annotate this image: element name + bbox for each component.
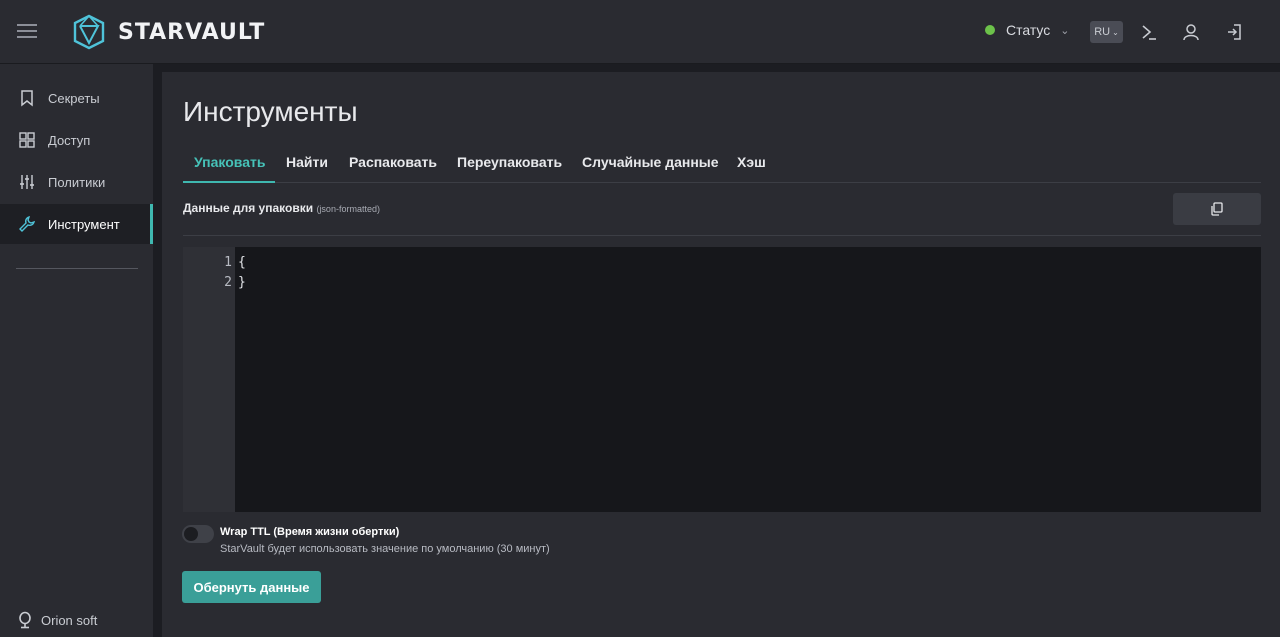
line-number: 1: [224, 255, 232, 270]
copy-icon: [1211, 202, 1223, 216]
main-panel: Инструменты Упаковать Найти Распаковать …: [162, 72, 1280, 637]
footer-brand: Orion soft: [18, 611, 97, 629]
wrap-ttl-title: Wrap TTL (Время жизни обертки): [220, 526, 400, 538]
brand-name: STARVAULT: [118, 19, 266, 45]
active-tab-indicator: [183, 181, 275, 183]
sidebar-item-label: Инструмент: [48, 216, 120, 232]
sliders-icon: [20, 175, 34, 189]
field-divider: [183, 235, 1261, 236]
tab-random[interactable]: Случайные данные: [582, 154, 719, 170]
code-line: }: [238, 275, 246, 290]
status-indicator: [985, 25, 995, 35]
sidebar-item-access[interactable]: Доступ: [0, 120, 153, 160]
json-editor[interactable]: 1 2 { }: [183, 247, 1261, 512]
wrap-ttl-help: StarVault будет использовать значение по…: [220, 543, 550, 555]
page-title: Инструменты: [183, 96, 358, 127]
code-area[interactable]: { }: [235, 247, 1261, 512]
brand-logo[interactable]: STARVAULT: [72, 14, 265, 50]
bookmark-icon: [21, 90, 33, 107]
line-number-gutter: 1 2: [183, 247, 235, 512]
code-line: {: [238, 255, 246, 270]
sidebar-item-tools[interactable]: Инструмент: [0, 204, 153, 244]
tab-unwrap[interactable]: Распаковать: [349, 154, 437, 170]
orion-logo-icon: [19, 611, 31, 629]
field-hint: (json-formatted): [316, 204, 380, 214]
sidebar-item-secrets[interactable]: Секреты: [0, 78, 153, 118]
sidebar-item-label: Политики: [48, 174, 106, 190]
footer-label: Orion soft: [41, 612, 98, 628]
copy-button[interactable]: [1173, 193, 1261, 225]
language-label: RU: [1094, 26, 1111, 38]
language-selector[interactable]: RU ⌄: [1090, 21, 1123, 43]
tab-lookup[interactable]: Найти: [286, 154, 328, 170]
wrench-icon: [19, 215, 36, 232]
field-label: Данные для упаковки (json-formatted): [183, 201, 380, 215]
terminal-icon[interactable]: [1139, 22, 1159, 42]
sidebar-divider: [16, 268, 138, 269]
tab-bar: Упаковать Найти Распаковать Переупаковат…: [183, 150, 1261, 183]
logo-icon: [73, 14, 105, 50]
tab-hash[interactable]: Хэш: [737, 154, 766, 170]
top-bar: STARVAULT Статус ⌄ RU ⌄: [0, 0, 1280, 64]
sidebar: Секреты Доступ Политики Инструмент Orion…: [0, 64, 153, 637]
field-label-text: Данные для упаковки: [183, 201, 314, 215]
logout-icon[interactable]: [1224, 22, 1244, 42]
sidebar-item-label: Доступ: [48, 132, 91, 148]
status-label: Статус: [1006, 22, 1051, 38]
sidebar-item-label: Секреты: [48, 90, 100, 106]
sidebar-item-policies[interactable]: Политики: [0, 162, 153, 202]
tab-wrap[interactable]: Упаковать: [194, 154, 265, 170]
grid-icon: [19, 132, 35, 148]
status-dropdown[interactable]: Статус ⌄: [985, 22, 1069, 38]
user-icon[interactable]: [1181, 22, 1201, 42]
line-number: 2: [224, 275, 232, 290]
wrap-data-button[interactable]: Обернуть данные: [182, 571, 321, 603]
chevron-down-icon: ⌄: [1112, 27, 1119, 37]
menu-icon[interactable]: [17, 24, 37, 40]
chevron-down-icon: ⌄: [1060, 24, 1070, 37]
tab-rewrap[interactable]: Переупаковать: [457, 154, 562, 170]
wrap-ttl-toggle[interactable]: [182, 525, 214, 543]
